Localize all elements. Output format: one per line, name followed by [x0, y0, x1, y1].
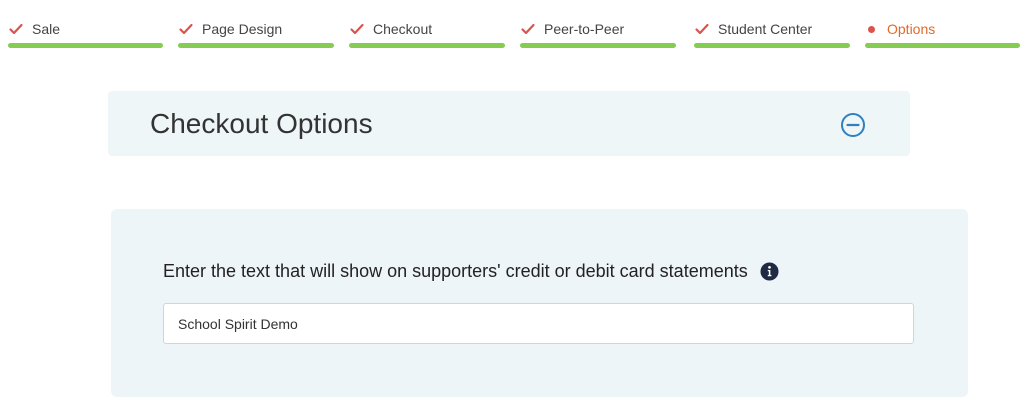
- minus-circle-icon[interactable]: [840, 112, 866, 138]
- step-student-center-bar: [694, 43, 850, 48]
- active-dot-icon: [868, 25, 875, 33]
- statement-descriptor-panel: Enter the text that will show on support…: [111, 209, 968, 397]
- statement-text-input[interactable]: [163, 303, 914, 344]
- step-checkout[interactable]: Checkout: [349, 0, 505, 52]
- check-icon: [350, 23, 364, 35]
- step-page-design-head: Page Design: [178, 20, 282, 38]
- check-icon: [695, 23, 709, 35]
- step-student-center-head: Student Center: [694, 20, 812, 38]
- field-label-row: Enter the text that will show on support…: [163, 259, 779, 283]
- step-checkout-bar: [349, 43, 505, 48]
- checkout-options-header: Checkout Options: [108, 91, 910, 156]
- step-page-design-bar: [178, 43, 334, 48]
- step-options-head: Options: [865, 20, 935, 38]
- check-icon: [9, 23, 23, 35]
- step-peer-to-peer[interactable]: Peer-to-Peer: [520, 0, 676, 52]
- step-student-center-label: Student Center: [718, 21, 813, 37]
- step-sale-label: Sale: [32, 21, 61, 37]
- info-circle-icon[interactable]: [760, 261, 779, 281]
- step-peer-to-peer-label: Peer-to-Peer: [544, 21, 625, 37]
- step-checkout-head: Checkout: [349, 20, 432, 38]
- statement-text-label: Enter the text that will show on support…: [163, 260, 748, 281]
- step-options[interactable]: Options: [865, 0, 1020, 52]
- step-peer-to-peer-head: Peer-to-Peer: [520, 20, 624, 38]
- step-options-label: Options: [887, 21, 936, 37]
- step-options-bar: [865, 43, 1020, 48]
- step-sale[interactable]: Sale: [8, 0, 163, 52]
- page: Sale Page Design Checkout Peer-to-Peer S…: [0, 0, 1024, 419]
- step-sale-bar: [8, 43, 163, 48]
- check-icon: [179, 23, 193, 35]
- check-icon: [521, 23, 535, 35]
- step-checkout-label: Checkout: [373, 21, 433, 37]
- step-page-design-label: Page Design: [202, 21, 283, 37]
- step-student-center[interactable]: Student Center: [694, 0, 850, 52]
- step-peer-to-peer-bar: [520, 43, 676, 48]
- step-sale-head: Sale: [8, 20, 60, 38]
- section-title: Checkout Options: [150, 108, 373, 139]
- progress-stepper: Sale Page Design Checkout Peer-to-Peer S…: [0, 0, 1024, 52]
- step-page-design[interactable]: Page Design: [178, 0, 334, 52]
